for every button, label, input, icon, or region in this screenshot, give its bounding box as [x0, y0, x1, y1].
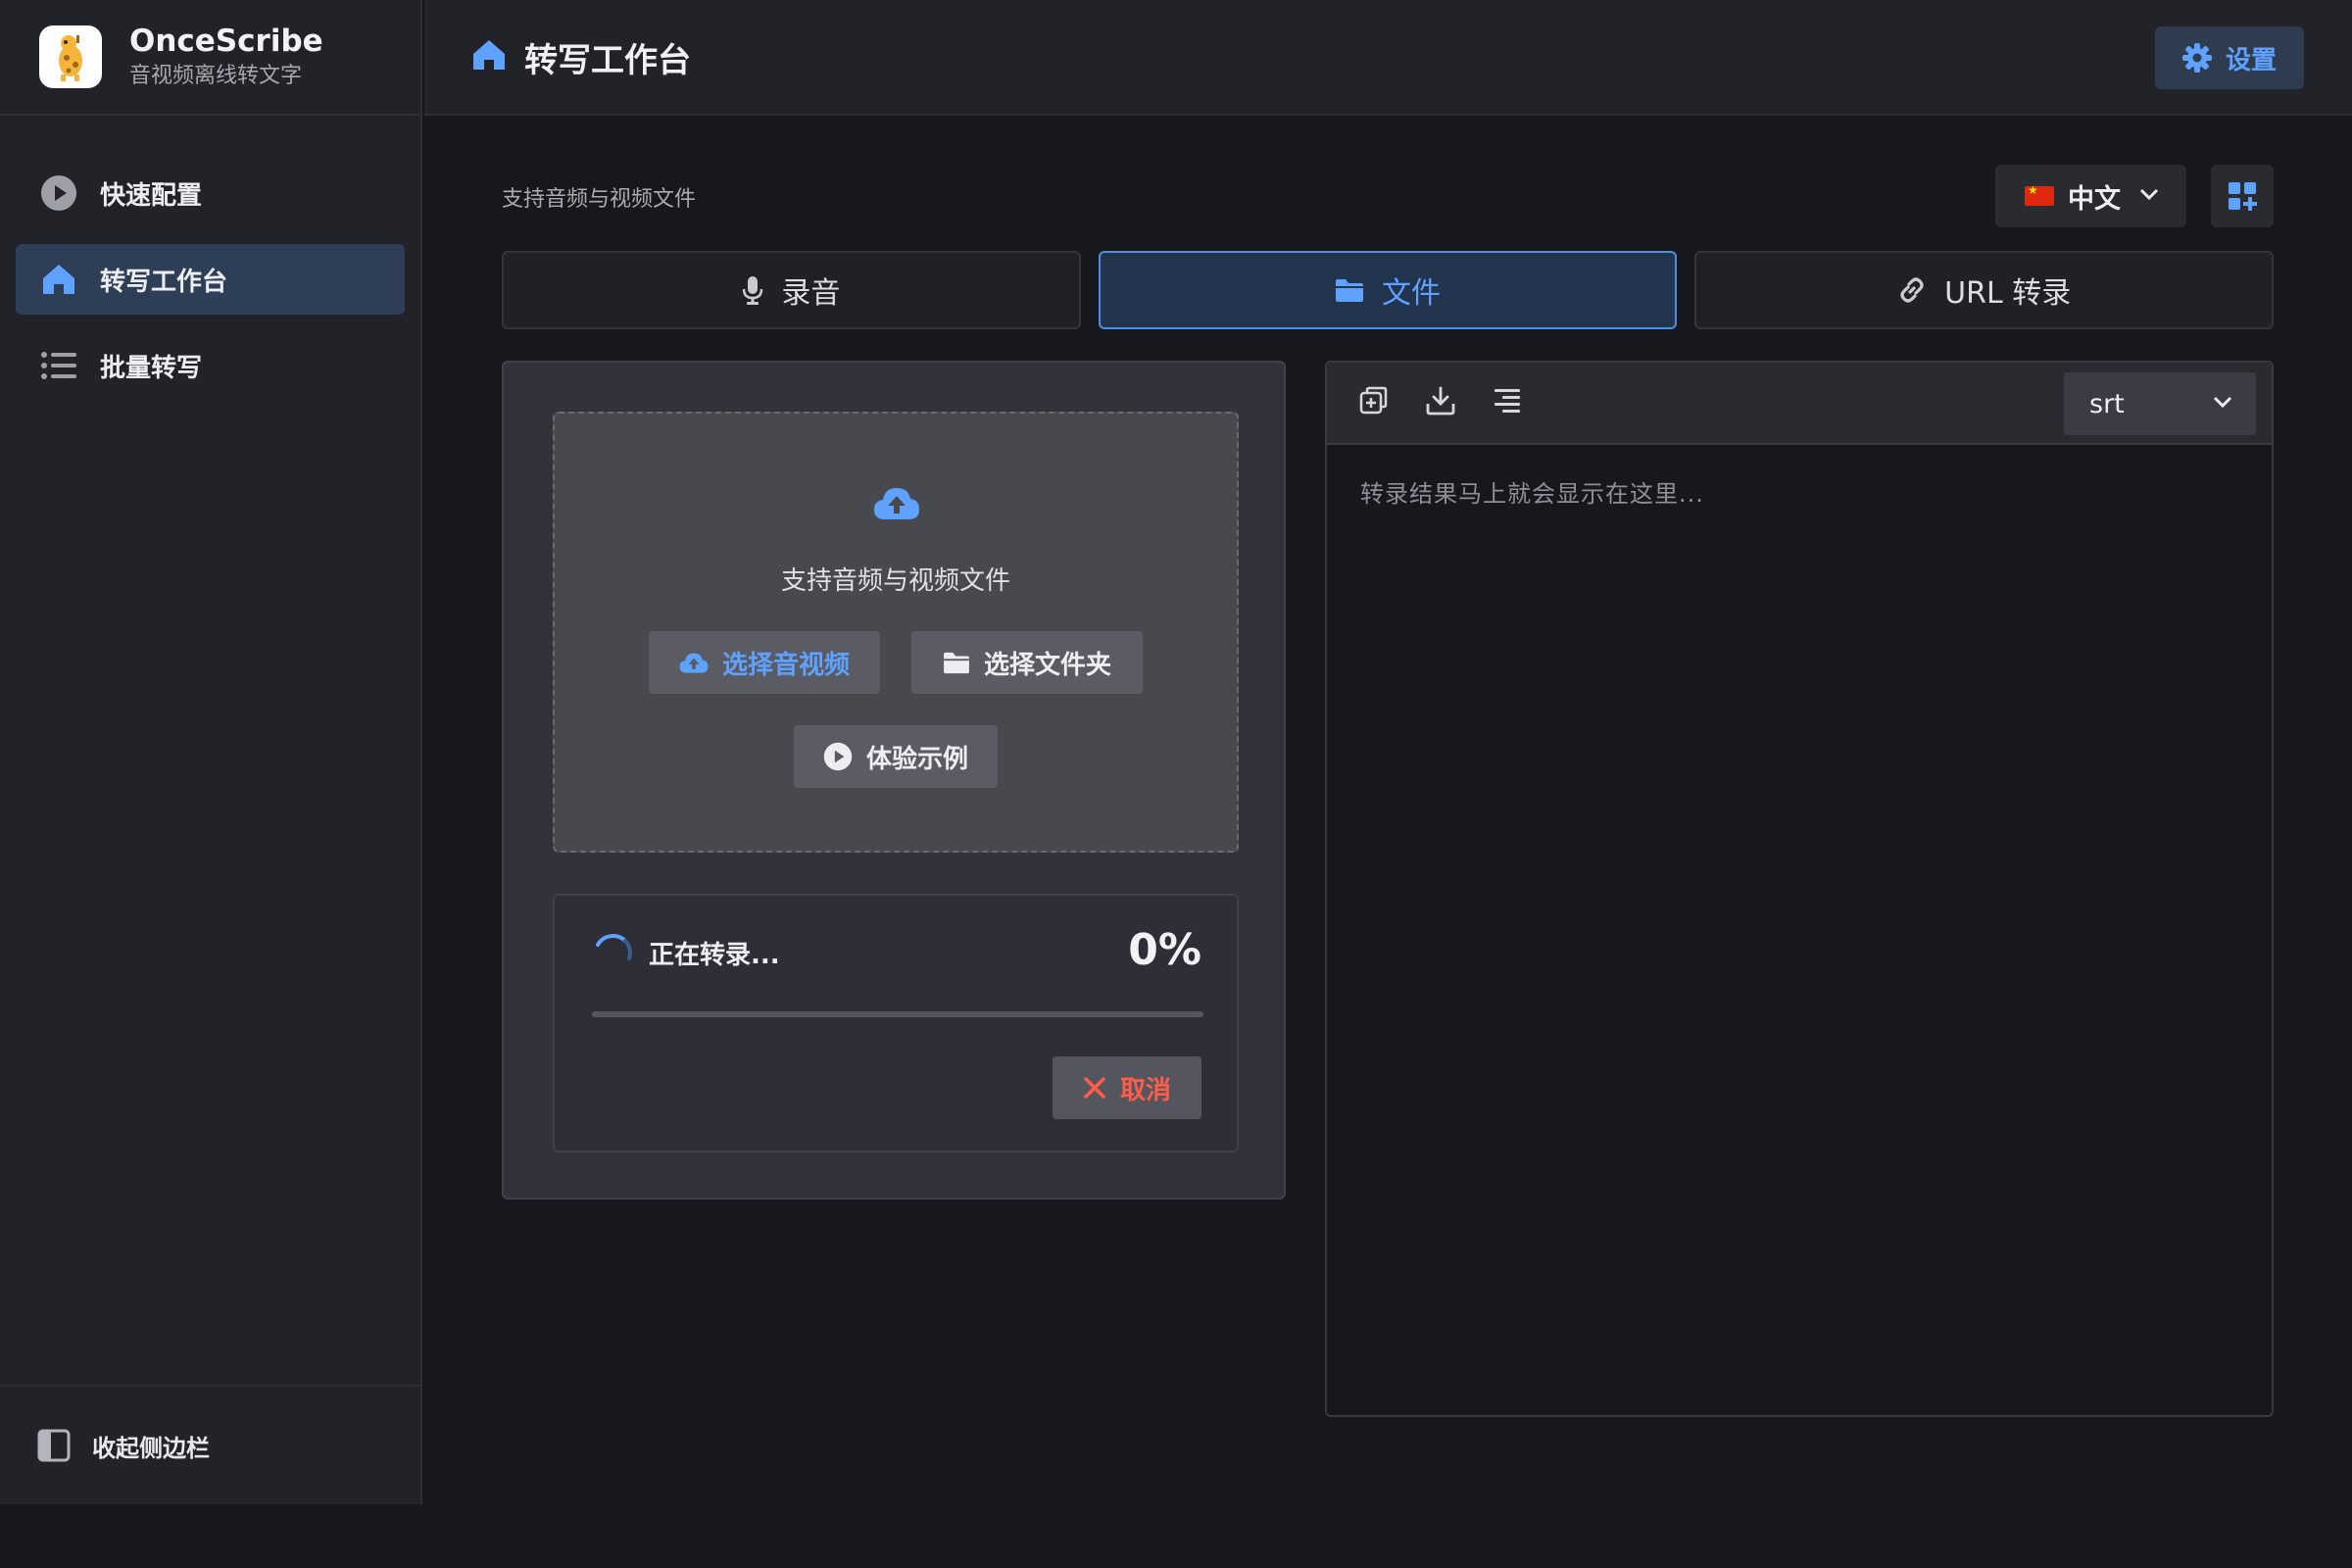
- grid-plus-icon: [2229, 182, 2257, 211]
- result-toolbar: srt: [1327, 363, 2272, 445]
- app-name: OnceScribe: [129, 24, 323, 59]
- cancel-label: 取消: [1119, 1075, 1171, 1105]
- format-value: srt: [2089, 388, 2125, 419]
- sidebar-item-batch[interactable]: 批量转写: [16, 330, 405, 401]
- dropzone-hint: 支持音频与视频文件: [780, 566, 1010, 596]
- progress-bar: [592, 1011, 1203, 1017]
- settings-button[interactable]: 设置: [2155, 26, 2304, 89]
- collapse-sidebar-button[interactable]: 收起侧边栏: [0, 1385, 420, 1504]
- align-right-icon[interactable]: [1492, 385, 1523, 420]
- select-media-label: 选择音视频: [721, 650, 850, 680]
- sidebar-nav: 快速配置 转写工作台 批量转写: [0, 116, 420, 401]
- tab-url[interactable]: URL 转录: [1694, 251, 2275, 329]
- loading-spinner-icon: [596, 934, 632, 960]
- tab-label: URL 转录: [1944, 276, 2072, 311]
- download-icon[interactable]: [1425, 385, 1456, 420]
- select-media-button[interactable]: 选择音视频: [649, 631, 880, 694]
- sidebar: OnceScribe 音视频离线转文字 快速配置 转写工作台 批量转写 收起侧边…: [0, 0, 422, 1504]
- sidebar-item-label: 快速配置: [100, 180, 203, 211]
- language-select[interactable]: 中文: [1995, 165, 2186, 227]
- window-bottom-band: [0, 1504, 2352, 1568]
- page-title: 转写工作台: [524, 40, 691, 80]
- progress-percent: 0%: [1128, 925, 1201, 975]
- language-value: 中文: [2068, 183, 2121, 215]
- sidebar-item-label: 批量转写: [100, 353, 203, 383]
- microphone-icon: [743, 276, 763, 305]
- copy-icon[interactable]: [1358, 385, 1390, 420]
- cloud-upload-icon: [679, 653, 709, 673]
- app-logo-icon: [39, 25, 102, 88]
- link-icon: [1900, 277, 1924, 303]
- input-mode-tabs: 录音 文件 URL 转录: [502, 251, 2275, 329]
- cloud-upload-icon: [874, 488, 919, 519]
- sidebar-item-label: 转写工作台: [100, 267, 228, 297]
- select-folder-label: 选择文件夹: [983, 650, 1111, 680]
- tab-label: 录音: [781, 276, 841, 311]
- top-header: 转写工作台 设置: [424, 0, 2352, 116]
- format-select[interactable]: srt: [2064, 372, 2256, 435]
- layout-grid-button[interactable]: [2211, 165, 2274, 227]
- try-demo-label: 体验示例: [865, 744, 968, 774]
- tab-record[interactable]: 录音: [502, 251, 1081, 329]
- progress-status: 正在转录...: [649, 941, 780, 970]
- progress-card: 正在转录... 0% 取消: [553, 894, 1239, 1152]
- try-demo-button[interactable]: 体验示例: [794, 725, 998, 788]
- list-icon: [39, 346, 78, 385]
- sidebar-item-workbench[interactable]: 转写工作台: [16, 244, 405, 315]
- play-circle-icon: [823, 742, 853, 771]
- supported-files-label: 支持音频与视频文件: [502, 187, 697, 212]
- settings-label: 设置: [2225, 45, 2277, 75]
- sidebar-toggle-icon: [37, 1429, 71, 1462]
- gear-icon: [2181, 43, 2212, 73]
- china-flag-icon: [2025, 183, 2054, 206]
- sidebar-item-quick-config[interactable]: 快速配置: [16, 158, 405, 228]
- close-icon: [1084, 1077, 1105, 1099]
- tab-file[interactable]: 文件: [1098, 251, 1678, 329]
- chevron-down-icon: [2213, 396, 2232, 409]
- cancel-button[interactable]: 取消: [1053, 1056, 1201, 1119]
- select-folder-button[interactable]: 选择文件夹: [911, 631, 1143, 694]
- chevron-down-icon: [2139, 188, 2159, 201]
- folder-icon: [1336, 279, 1363, 302]
- brand: OnceScribe 音视频离线转文字: [0, 0, 420, 116]
- home-icon: [471, 38, 507, 75]
- file-dropzone[interactable]: 支持音频与视频文件 选择音视频 选择文件夹 体验示例: [553, 412, 1239, 853]
- tab-label: 文件: [1382, 276, 1441, 311]
- play-circle-icon: [39, 173, 78, 213]
- folder-icon: [944, 652, 969, 674]
- result-placeholder: 转录结果马上就会显示在这里...: [1360, 480, 1704, 508]
- home-icon: [39, 260, 78, 299]
- upload-panel: 支持音频与视频文件 选择音视频 选择文件夹 体验示例 正在转录... 0% 取消: [502, 361, 1286, 1200]
- collapse-sidebar-label: 收起侧边栏: [92, 1434, 210, 1462]
- app-subtitle: 音视频离线转文字: [129, 64, 303, 88]
- result-panel: srt 转录结果马上就会显示在这里...: [1325, 361, 2274, 1417]
